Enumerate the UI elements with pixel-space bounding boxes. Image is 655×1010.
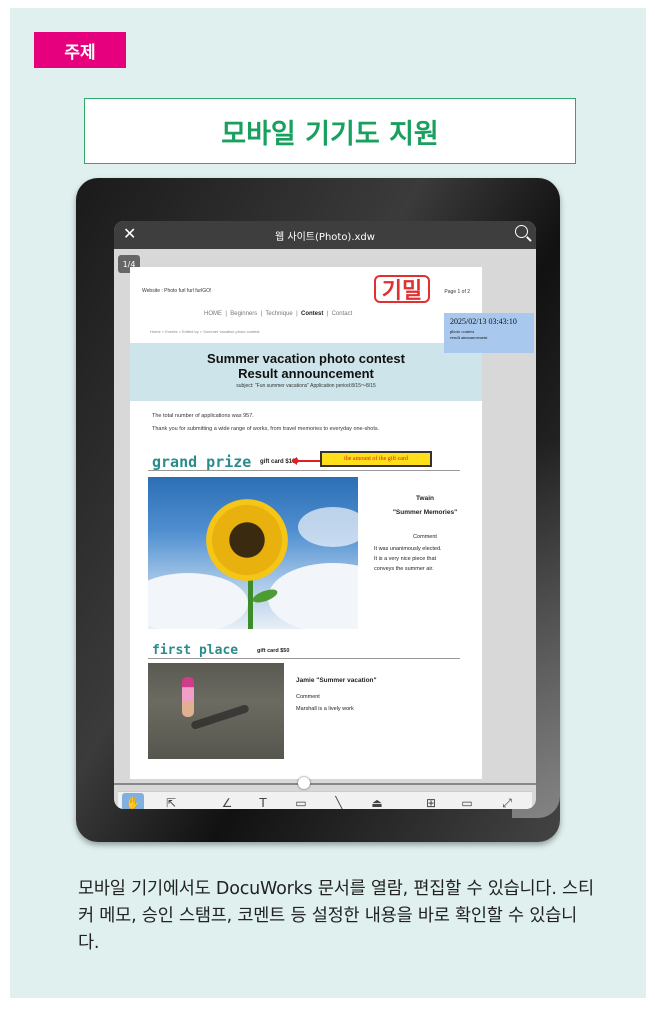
nav-home: HOME [204, 311, 222, 317]
intro-line-1: The total number of applications was 957… [152, 413, 254, 419]
first-place-info: Jamie "Summer vacation" Comment Marshall… [296, 677, 377, 712]
tablet-screen: ✕ 웹 사이트(Photo).xdw 1/4 Website : Photo f… [114, 221, 536, 809]
divider [148, 658, 460, 659]
site-nav: HOME | Beginners | Technique | Contest |… [204, 311, 353, 317]
description-text: 모바일 기기에서도 DocuWorks 문서를 열람, 편집할 수 있습니다. … [78, 879, 594, 953]
subject-line: subject: "Fun summer vacations" Applicat… [236, 383, 376, 389]
topic-tag: 주제 [34, 32, 126, 68]
intro-line-2: Thank you for submitting a wide range of… [152, 426, 380, 432]
winner-comment: It was unanimously elected. It is a very… [370, 544, 480, 574]
sunflower-photo [148, 477, 358, 629]
search-icon[interactable] [515, 225, 528, 238]
winner-comment-line: It was unanimously elected. [374, 546, 442, 552]
grid-icon[interactable]: ⊞ [420, 793, 442, 809]
first-comment: Marshall is a lively work [296, 706, 354, 712]
hand-icon[interactable]: ✋ [122, 793, 144, 809]
line-icon[interactable]: ╲ [328, 793, 350, 809]
first-name-title: Jamie "Summer vacation" [296, 677, 377, 684]
document-page[interactable]: Website : Photo furl furl furlGO! 기밀 Pag… [130, 267, 482, 779]
winner-comment-line: conveys the summer air. [374, 566, 434, 572]
annotation-toolbar: ✋ ⇱ ∠ T ▭ ╲ ⏏ ⊞ ▭ ⤢ [118, 791, 532, 809]
viewer-topbar: ✕ 웹 사이트(Photo).xdw [114, 221, 536, 249]
nav-contact: Contact [331, 311, 353, 317]
first-place-heading: first place [152, 643, 239, 658]
grand-prize-heading: grand prize [152, 453, 252, 471]
sticky-datetime: 2025/02/13 03:43:10 [450, 317, 517, 326]
nav-beginners: Beginners [230, 311, 258, 317]
annotation-arrow[interactable] [291, 457, 321, 465]
first-place-gift: gift card $50 [257, 648, 290, 654]
winner-info: Twain "Summer Memories" Comment It was u… [370, 495, 480, 574]
sunflower-head [206, 499, 288, 581]
breadcrumb: Home > Events > Edited by > Summer vacat… [150, 329, 260, 334]
winner-title: "Summer Memories" [392, 509, 458, 516]
winner-comment-label: Comment [413, 534, 437, 540]
annotation-callout[interactable]: the amount of the gift card [320, 451, 432, 467]
cloud-shape [148, 573, 248, 629]
heading-1: Summer vacation photo contest [207, 351, 405, 366]
cloud-shape [268, 563, 358, 629]
confidential-stamp[interactable]: 기밀 [374, 275, 430, 304]
page-slider-knob[interactable] [298, 777, 310, 789]
select-arrow-icon[interactable]: ⇱ [160, 793, 182, 809]
nav-contest: Contest [300, 311, 324, 317]
winner-name: Twain [416, 495, 434, 502]
sunflower-stem [248, 577, 253, 629]
intro-text: The total number of applications was 957… [152, 410, 379, 436]
sticky-text: photo contest result announcement [450, 329, 528, 341]
annotation-rect-icon[interactable]: ▭ [456, 793, 478, 809]
rectangle-icon[interactable]: ▭ [290, 793, 312, 809]
photo-girl [182, 677, 194, 717]
text-icon[interactable]: T [252, 793, 274, 809]
page-of: Page 1 of 2 [444, 289, 470, 295]
pen-icon[interactable]: ∠ [216, 793, 238, 809]
sticky-line-2: result announcement [450, 335, 488, 340]
page-slider-track[interactable] [114, 783, 536, 785]
photo-shadow [190, 703, 250, 731]
page-title: 모바일 기기도 지원 [84, 98, 576, 164]
heading-2: Result announcement [238, 366, 374, 381]
divider [148, 470, 460, 471]
website-line: Website : Photo furl furl furlGO! [142, 288, 212, 294]
stamp-icon[interactable]: ⏏ [366, 793, 388, 809]
winner-comment-line: It is a very nice piece that [374, 556, 437, 562]
sticky-note[interactable]: 2025/02/13 03:43:10 photo contest result… [444, 313, 534, 353]
heading-band: Summer vacation photo contest Result ann… [130, 343, 482, 401]
file-name: 웹 사이트(Photo).xdw [275, 232, 375, 243]
nav-technique: Technique [265, 311, 293, 317]
cloud-shape [298, 507, 358, 547]
first-comment-label: Comment [296, 694, 320, 700]
expand-icon[interactable]: ⤢ [496, 793, 518, 810]
beach-photo [148, 663, 284, 759]
